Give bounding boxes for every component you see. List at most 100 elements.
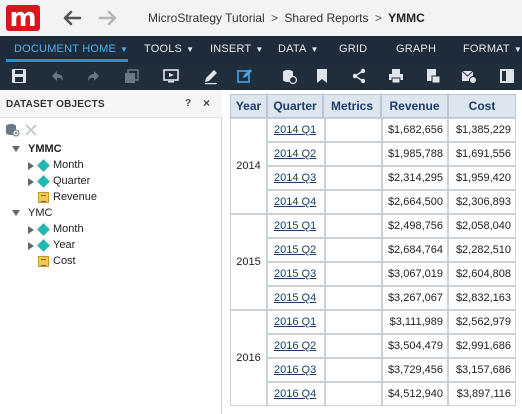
column-header-revenue[interactable]: Revenue [381, 94, 448, 118]
breadcrumb-separator: > [271, 11, 279, 25]
quarter-link[interactable]: 2015 Q2 [274, 244, 316, 256]
quarter-link[interactable]: 2016 Q2 [274, 340, 316, 352]
breadcrumb-item-shared-reports[interactable]: Shared Reports [284, 11, 368, 25]
row-header-quarter[interactable]: 2014 Q3 [267, 166, 325, 190]
breadcrumb-current: YMMC [388, 11, 425, 25]
tree-item-month[interactable]: Month [26, 158, 206, 174]
metrics-cell [325, 358, 382, 382]
forward-arrow-icon[interactable] [96, 6, 120, 30]
breadcrumb-item-tutorial[interactable]: MicroStrategy Tutorial [148, 11, 265, 25]
grid-report: Year Quarter Metrics Revenue Cost 2014 2… [226, 90, 522, 414]
quarter-link[interactable]: 2016 Q3 [274, 364, 316, 376]
column-header-quarter[interactable]: Quarter [267, 94, 323, 118]
caret-down-icon: ▼ [513, 45, 522, 54]
redo-icon[interactable] [85, 67, 103, 85]
metric-icon [38, 256, 49, 267]
row-header-quarter[interactable]: 2016 Q3 [267, 358, 325, 382]
share-icon[interactable] [350, 67, 368, 85]
menu-label: DATA [278, 43, 307, 55]
row-header-year-2014[interactable]: 2014 [230, 118, 267, 214]
revenue-cell: $2,664,500 [382, 190, 448, 214]
breadcrumb: MicroStrategy Tutorial > Shared Reports … [148, 11, 425, 25]
quarter-link[interactable]: 2014 Q3 [274, 172, 316, 184]
attribute-icon [37, 159, 50, 172]
menu-tools[interactable]: TOOLS ▼ [144, 36, 194, 62]
tree-item-month[interactable]: Month [26, 222, 206, 238]
row-header-quarter[interactable]: 2015 Q3 [267, 262, 325, 286]
quarter-link[interactable]: 2014 Q4 [274, 196, 316, 208]
menu-label: TOOLS [144, 43, 183, 55]
row-header-quarter[interactable]: 2016 Q4 [267, 382, 325, 406]
save-icon[interactable] [10, 67, 28, 85]
expand-icon[interactable] [28, 226, 34, 234]
bookmark-icon[interactable] [313, 67, 331, 85]
metrics-cell [325, 310, 382, 334]
tree-item-year[interactable]: Year [26, 238, 206, 254]
row-header-quarter[interactable]: 2015 Q2 [267, 238, 325, 262]
dataset-node-ymmc[interactable]: YMMC [10, 142, 210, 158]
row-header-quarter[interactable]: 2016 Q1 [267, 310, 325, 334]
close-icon[interactable]: × [203, 96, 210, 110]
metrics-cell [325, 118, 382, 142]
quarter-link[interactable]: 2014 Q1 [274, 124, 316, 136]
row-header-year-2016[interactable]: 2016 [230, 310, 267, 406]
metrics-cell [325, 214, 382, 238]
menu-label: INSERT [210, 43, 252, 55]
logo-letter: m [9, 3, 37, 33]
toolbar [0, 62, 522, 90]
menu-label: GRID [339, 43, 368, 55]
expand-icon[interactable] [28, 242, 34, 250]
revenue-cell: $3,067,019 [382, 262, 448, 286]
undo-icon[interactable] [48, 67, 66, 85]
quarter-link[interactable]: 2015 Q1 [274, 220, 316, 232]
tree-item-quarter[interactable]: Quarter [26, 174, 206, 190]
tree-item-label: Cost [53, 255, 76, 267]
view-icon[interactable] [498, 67, 516, 85]
quarter-link[interactable]: 2014 Q2 [274, 148, 316, 160]
menu-data[interactable]: DATA ▼ [278, 36, 319, 62]
expand-icon[interactable] [28, 178, 34, 186]
column-header-cost[interactable]: Cost [448, 94, 516, 118]
quarter-link[interactable]: 2016 Q4 [274, 388, 316, 400]
collapse-icon[interactable] [12, 146, 20, 152]
menu-grid[interactable]: GRID [339, 36, 367, 62]
dataset-node-ymc[interactable]: YMC [10, 206, 210, 222]
remove-dataset-icon[interactable] [24, 123, 38, 137]
menu-graph[interactable]: GRAPH [396, 36, 436, 62]
export-icon[interactable] [424, 67, 442, 85]
quarter-link[interactable]: 2015 Q4 [274, 292, 316, 304]
row-header-quarter[interactable]: 2015 Q1 [267, 214, 325, 238]
edit-icon[interactable] [202, 67, 220, 85]
present-icon[interactable] [162, 67, 180, 85]
row-header-quarter[interactable]: 2014 Q4 [267, 190, 325, 214]
tree-item-revenue[interactable]: Revenue [26, 190, 206, 206]
menu-format[interactable]: FORMAT ▼ [463, 36, 522, 62]
column-header-year[interactable]: Year [230, 94, 267, 118]
row-header-quarter[interactable]: 2014 Q2 [267, 142, 325, 166]
expand-icon[interactable] [28, 162, 34, 170]
print-icon[interactable] [387, 67, 405, 85]
help-icon[interactable]: ? [185, 98, 191, 109]
row-header-quarter[interactable]: 2014 Q1 [267, 118, 325, 142]
column-header-metrics[interactable]: Metrics [323, 94, 381, 118]
microstrategy-logo[interactable]: m [6, 3, 40, 33]
collapse-icon[interactable] [12, 210, 20, 216]
refresh-icon[interactable] [122, 67, 140, 85]
breadcrumb-separator: > [374, 11, 382, 25]
row-header-year-2015[interactable]: 2015 [230, 214, 267, 310]
quarter-link[interactable]: 2016 Q1 [274, 316, 316, 328]
back-arrow-icon[interactable] [60, 6, 84, 30]
insert-data-icon[interactable] [280, 67, 298, 85]
menu-insert[interactable]: INSERT ▼ [210, 36, 263, 62]
cost-cell: $3,157,686 [448, 358, 516, 382]
quarter-link[interactable]: 2015 Q3 [274, 268, 316, 280]
metrics-cell [325, 334, 382, 358]
metrics-cell [325, 142, 382, 166]
design-icon[interactable] [236, 67, 254, 85]
row-header-quarter[interactable]: 2016 Q2 [267, 334, 325, 358]
row-header-quarter[interactable]: 2015 Q4 [267, 286, 325, 310]
add-dataset-icon[interactable] [4, 122, 20, 138]
tree-item-cost[interactable]: Cost [26, 254, 206, 270]
subscribe-icon[interactable] [460, 67, 478, 85]
tree-item-label: Month [53, 223, 84, 235]
